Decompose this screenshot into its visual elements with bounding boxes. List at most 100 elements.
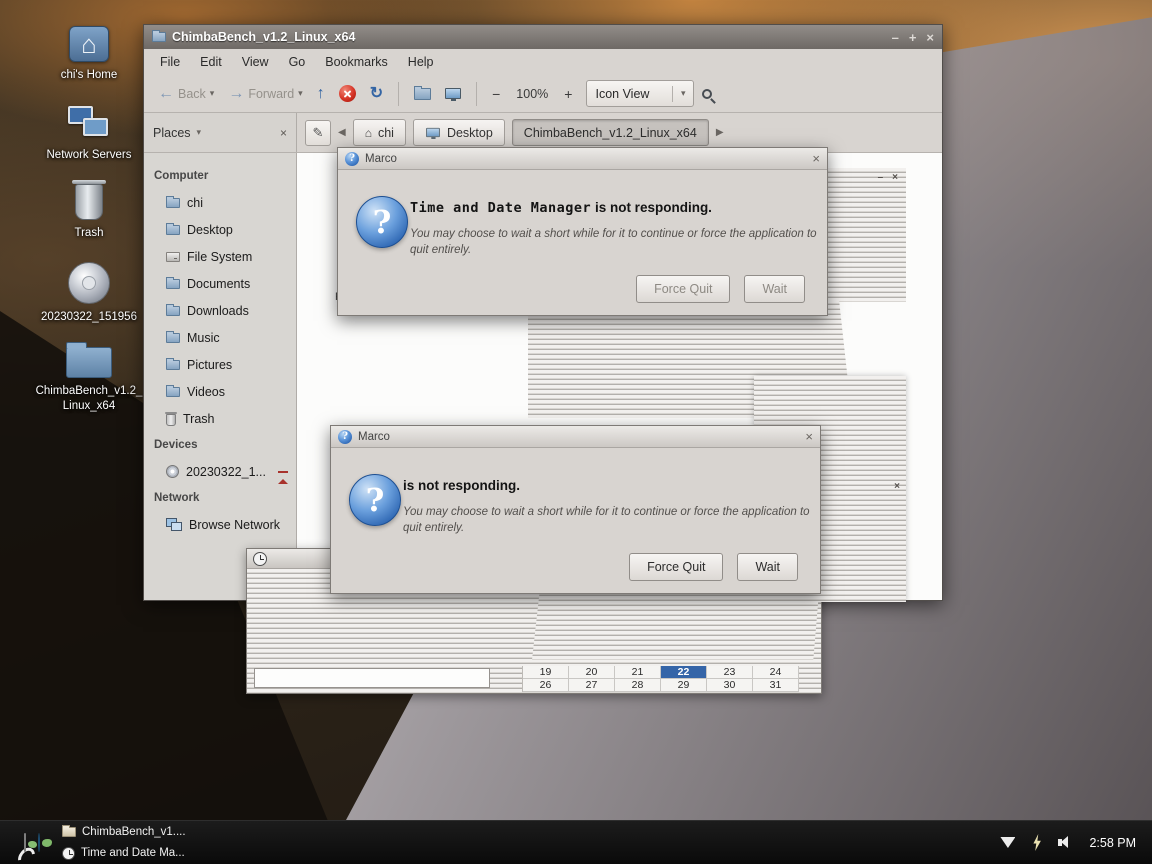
window-list: ChimbaBench_v1.... Time and Date Ma... bbox=[56, 822, 192, 864]
sidebar-item-trash[interactable]: Trash bbox=[144, 405, 296, 432]
folder-icon bbox=[166, 306, 180, 316]
calendar-day[interactable]: 20 bbox=[569, 666, 615, 679]
desktop-icon-disc[interactable]: 20230322_151956 bbox=[30, 262, 148, 325]
desktop-icon-trash[interactable]: Trash bbox=[30, 184, 148, 241]
desktop-icon-network-servers[interactable]: Network Servers bbox=[30, 106, 148, 163]
file-manager-launcher[interactable] bbox=[24, 834, 26, 852]
search-button[interactable] bbox=[696, 85, 718, 103]
taskbar-item-time-date[interactable]: Time and Date Ma... bbox=[56, 843, 192, 864]
volume-icon[interactable] bbox=[1058, 836, 1073, 849]
breadcrumb-desktop[interactable]: Desktop bbox=[413, 119, 505, 146]
eject-button[interactable] bbox=[278, 465, 288, 479]
calendar-day[interactable]: 28 bbox=[615, 679, 661, 692]
close-icon[interactable]: × bbox=[892, 173, 898, 183]
heading-rest: is not responding. bbox=[591, 200, 712, 215]
chevron-left-icon[interactable]: ◀ bbox=[338, 127, 346, 138]
browser-launcher[interactable] bbox=[38, 834, 40, 852]
globe-icon bbox=[38, 833, 40, 852]
up-button[interactable]: ↑ bbox=[311, 82, 331, 106]
calendar-day[interactable]: 30 bbox=[707, 679, 753, 692]
minimize-button[interactable]: – bbox=[892, 31, 899, 44]
sidebar-item-browse-network[interactable]: Browse Network bbox=[144, 511, 296, 538]
dialog-body: ? Time and Date Manager is not respondin… bbox=[338, 170, 827, 316]
stop-button[interactable] bbox=[333, 81, 362, 106]
zoom-out-button[interactable]: − bbox=[486, 83, 506, 105]
desktop: ⌂ chi's Home Network Servers Trash 20230… bbox=[0, 0, 1152, 864]
search-icon bbox=[702, 89, 712, 99]
stop-icon bbox=[339, 85, 356, 102]
combo-separator bbox=[672, 86, 673, 102]
sidebar-item-pictures[interactable]: Pictures bbox=[144, 351, 296, 378]
sidebar-item-removable-disc[interactable]: 20230322_1... bbox=[144, 458, 296, 485]
power-status-icon[interactable] bbox=[1031, 834, 1042, 851]
view-mode-select[interactable]: Icon View ▾ bbox=[586, 80, 694, 107]
calendar-day[interactable]: 23 bbox=[707, 666, 753, 679]
close-icon[interactable]: × bbox=[812, 152, 820, 165]
menu-view[interactable]: View bbox=[232, 51, 279, 73]
titlebar[interactable]: ChimbaBench_v1.2_Linux_x64 – + × bbox=[144, 25, 942, 49]
sidebar-header[interactable]: Places ▾ × bbox=[144, 113, 297, 152]
taskbar-clock[interactable]: 2:58 PM bbox=[1089, 836, 1136, 850]
calendar-day[interactable]: 31 bbox=[753, 679, 799, 692]
calendar-week-row: 26 27 28 29 30 31 bbox=[523, 679, 799, 692]
trash-icon bbox=[166, 414, 176, 426]
menu-bookmarks[interactable]: Bookmarks bbox=[315, 51, 398, 73]
sidebar-item-documents[interactable]: Documents bbox=[144, 270, 296, 297]
dialog-titlebar[interactable]: ? Marco × bbox=[338, 148, 827, 170]
sidebar-item-label: Desktop bbox=[187, 223, 233, 237]
back-label: Back bbox=[178, 87, 206, 101]
breadcrumb-current[interactable]: ChimbaBench_v1.2_Linux_x64 bbox=[512, 119, 709, 146]
maximize-button[interactable]: + bbox=[909, 31, 917, 44]
taskbar-item-label: Time and Date Ma... bbox=[81, 847, 185, 859]
calendar-day-selected[interactable]: 22 bbox=[661, 666, 707, 679]
drive-icon bbox=[166, 252, 180, 262]
chevron-down-icon: ▾ bbox=[298, 89, 303, 98]
forward-button[interactable]: → Forward ▾ bbox=[222, 82, 308, 106]
calendar-day[interactable]: 27 bbox=[569, 679, 615, 692]
desktop-icon-chimbabench-folder[interactable]: ChimbaBench_v1.2_Linux_x64 bbox=[30, 340, 148, 414]
calendar-day[interactable]: 24 bbox=[753, 666, 799, 679]
desktop-icon-home[interactable]: ⌂ chi's Home bbox=[30, 26, 148, 83]
zoom-in-button[interactable]: + bbox=[558, 83, 578, 105]
minimize-icon[interactable]: – bbox=[878, 173, 884, 183]
taskbar-item-chimbabench[interactable]: ChimbaBench_v1.... bbox=[56, 822, 192, 843]
calendar-day[interactable]: 29 bbox=[661, 679, 707, 692]
calendar-day[interactable]: 26 bbox=[523, 679, 569, 692]
menu-go[interactable]: Go bbox=[279, 51, 316, 73]
close-button[interactable]: × bbox=[926, 31, 934, 44]
dialog-title: Marco bbox=[358, 431, 390, 443]
back-button[interactable]: ← Back ▾ bbox=[152, 82, 220, 106]
clock-icon bbox=[253, 552, 267, 566]
sidebar-item-videos[interactable]: Videos bbox=[144, 378, 296, 405]
sidebar-item-file-system[interactable]: File System bbox=[144, 243, 296, 270]
menu-help[interactable]: Help bbox=[398, 51, 444, 73]
sidebar-item-downloads[interactable]: Downloads bbox=[144, 297, 296, 324]
home-folder-button[interactable] bbox=[408, 84, 437, 104]
calendar-day[interactable]: 21 bbox=[615, 666, 661, 679]
chevron-right-icon[interactable]: ▶ bbox=[716, 127, 724, 138]
disc-icon bbox=[68, 262, 110, 304]
toolbar-separator bbox=[476, 82, 477, 106]
sidebar-item-music[interactable]: Music bbox=[144, 324, 296, 351]
computer-button[interactable] bbox=[439, 84, 467, 103]
dialog-titlebar[interactable]: ? Marco × bbox=[331, 426, 820, 448]
edit-location-button[interactable]: ✎ bbox=[305, 120, 331, 146]
menu-edit[interactable]: Edit bbox=[190, 51, 232, 73]
close-icon[interactable]: × bbox=[805, 430, 813, 443]
text-entry[interactable] bbox=[254, 668, 490, 688]
wait-button[interactable]: Wait bbox=[737, 553, 798, 581]
question-icon: ? bbox=[338, 430, 352, 444]
refresh-button[interactable]: ↻ bbox=[364, 82, 389, 106]
force-quit-button[interactable]: Force Quit bbox=[636, 275, 730, 303]
sidebar-section-computer: Computer bbox=[144, 163, 296, 189]
menu-file[interactable]: File bbox=[150, 51, 190, 73]
network-status-icon[interactable] bbox=[1000, 837, 1015, 848]
close-icon[interactable]: × bbox=[894, 482, 900, 492]
sidebar-item-desktop[interactable]: Desktop bbox=[144, 216, 296, 243]
wait-button[interactable]: Wait bbox=[744, 275, 805, 303]
close-sidebar-icon[interactable]: × bbox=[280, 126, 287, 140]
force-quit-button[interactable]: Force Quit bbox=[629, 553, 723, 581]
calendar-day[interactable]: 19 bbox=[523, 666, 569, 679]
breadcrumb-chi[interactable]: ⌂ chi bbox=[353, 119, 406, 146]
sidebar-item-chi[interactable]: chi bbox=[144, 189, 296, 216]
